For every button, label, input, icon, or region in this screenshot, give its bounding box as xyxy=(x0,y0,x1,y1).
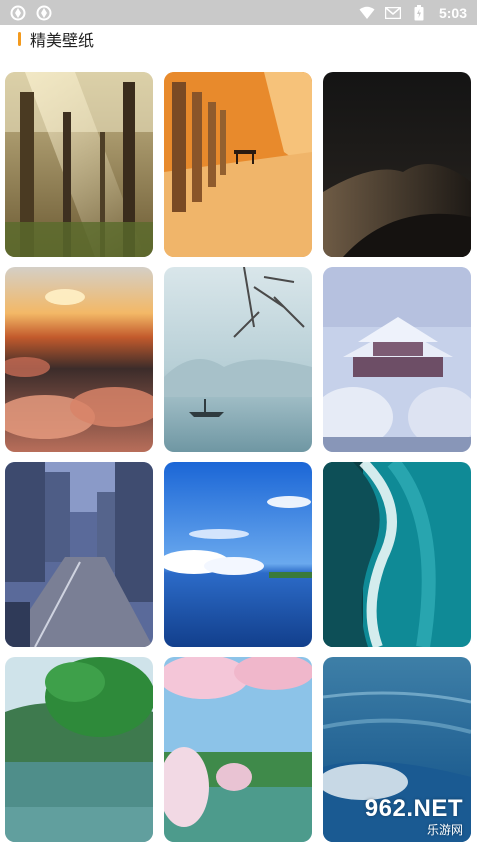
wallpaper-card-forest-sunrays[interactable] xyxy=(5,72,153,257)
wallpaper-card-misty-lake-boat[interactable] xyxy=(164,267,312,452)
wallpaper-card-snowy-temple[interactable] xyxy=(323,267,471,452)
wallpaper-card-dark-dunes[interactable] xyxy=(323,72,471,257)
watermark-subtext: 乐游网 xyxy=(426,823,463,837)
wallpaper-card-green-lake-tree[interactable] xyxy=(5,657,153,842)
watermark: 962.NET 乐游网 xyxy=(365,795,463,838)
wallpaper-card-ocean-surf[interactable]: 962.NET 乐游网 xyxy=(323,657,471,842)
wallpaper-card-autumn-avenue-bench[interactable] xyxy=(164,72,312,257)
wallpaper-card-cherry-blossom-lake[interactable] xyxy=(164,657,312,842)
wallpaper-card-aerial-wave[interactable] xyxy=(323,462,471,647)
watermark-logo-text: 962.NET xyxy=(364,795,463,822)
wallpaper-grid: 962.NET 乐游网 xyxy=(0,0,477,848)
wallpaper-card-blue-sea-sky[interactable] xyxy=(164,462,312,647)
wallpaper-card-anime-street[interactable] xyxy=(5,462,153,647)
wallpaper-card-sunset-clouds[interactable] xyxy=(5,267,153,452)
